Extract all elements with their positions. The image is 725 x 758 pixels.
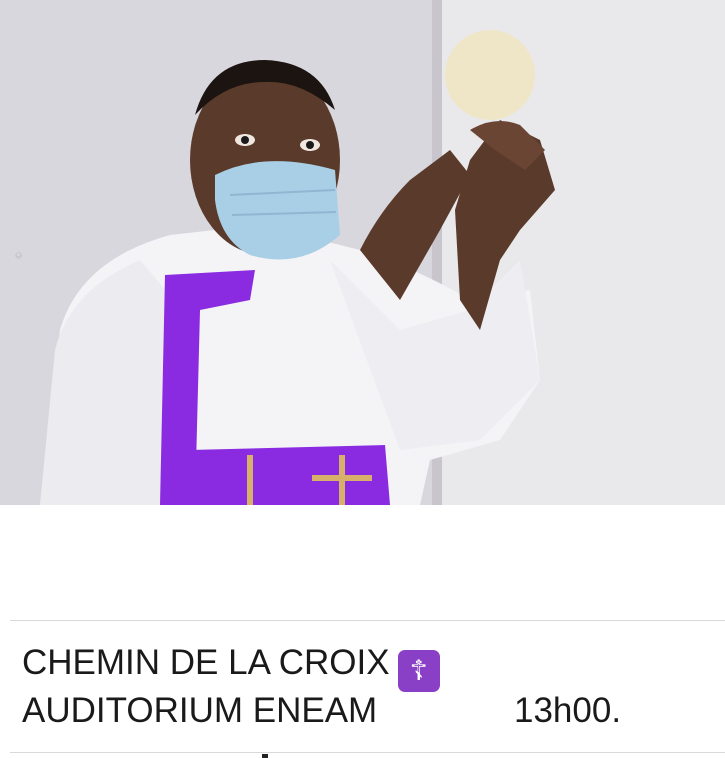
divider-bottom: [10, 752, 725, 753]
orthodox-cross-icon: ☦: [397, 650, 440, 692]
divider-top: [10, 620, 725, 621]
priest-elevating-host-illustration: ©: [0, 0, 725, 505]
post-caption: CHEMIN DE LA CROIX ☦ AUDITORIUM ENEAM 13h…: [0, 505, 725, 758]
event-photo: ©: [0, 0, 725, 505]
caption-line-venue: AUDITORIUM ENEAM: [22, 691, 378, 730]
text-cursor-icon: [262, 754, 268, 758]
event-time: 13h00.: [514, 691, 622, 730]
event-title: CHEMIN DE LA CROIX: [22, 643, 390, 682]
svg-text:©: ©: [15, 251, 25, 260]
caption-line-event: CHEMIN DE LA CROIX ☦: [22, 643, 440, 692]
